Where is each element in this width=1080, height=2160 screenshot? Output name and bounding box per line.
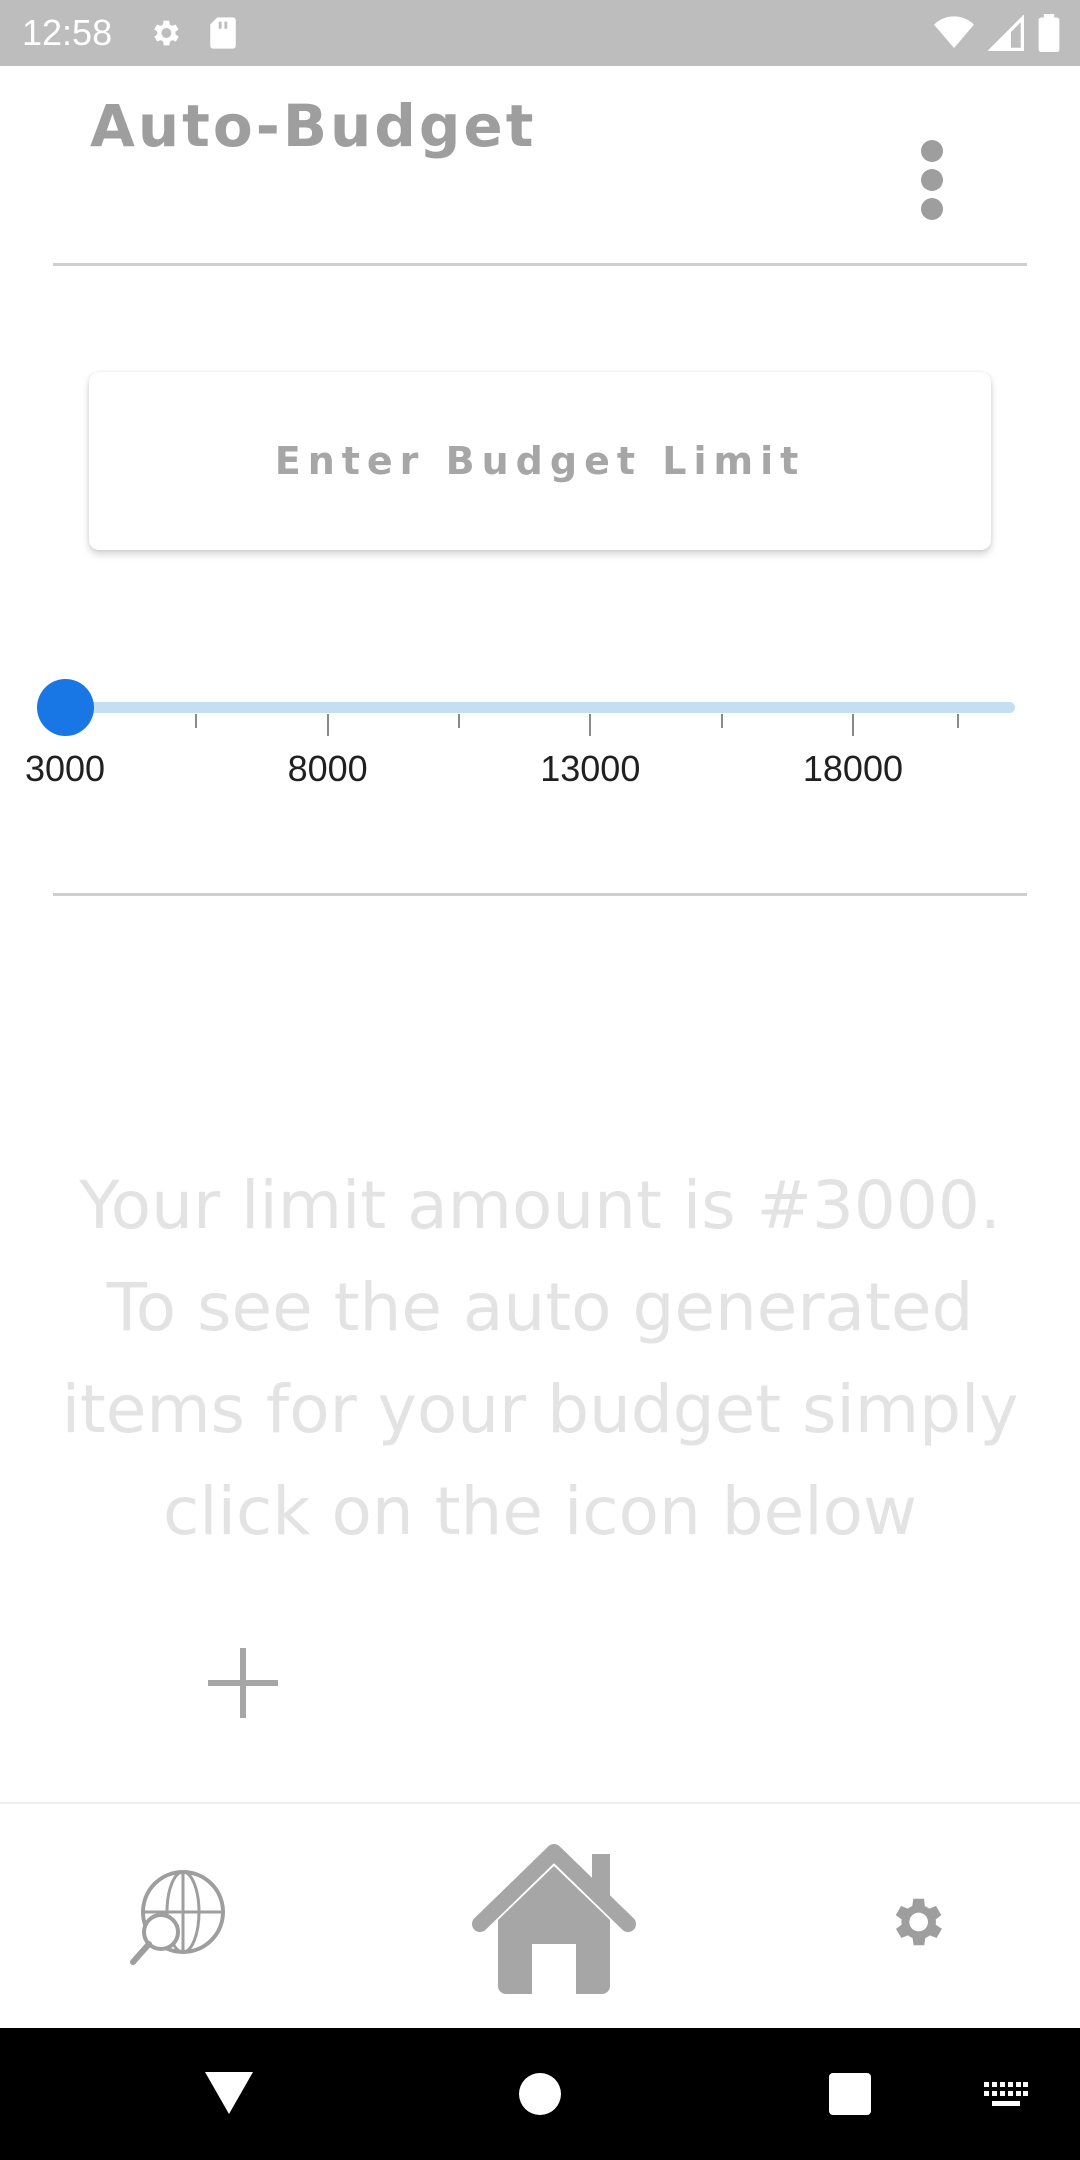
header-divider [53,263,1027,266]
more-vert-icon[interactable] [912,140,952,230]
settings-gear-icon[interactable] [884,1890,948,1958]
home-circle-icon[interactable] [519,2073,561,2119]
slider-tick-label: 3000 [24,748,106,789]
recents-icon[interactable] [829,2073,871,2119]
battery-icon [1038,14,1060,56]
slider-track[interactable] [65,702,1015,713]
slider-tick [326,714,329,736]
home-icon[interactable] [470,1840,638,2000]
wifi-icon [934,15,974,55]
slider-tick [720,714,723,728]
system-navigation-bar [0,2028,1080,2160]
back-icon[interactable] [205,2072,253,2118]
slider-tick [457,714,460,728]
gear-icon [148,16,182,54]
add-items-button[interactable] [208,1648,278,1718]
status-time: 12:58 [22,12,113,53]
cell-signal-icon [987,14,1024,55]
sd-card-icon [208,16,238,54]
bottom-navigation [0,1802,1080,2028]
slider-tick [851,714,854,736]
slider-tick-label: 13000 [540,748,641,789]
section-divider [53,893,1027,896]
slider-tick [195,714,198,728]
slider-tick-label: 8000 [287,748,368,789]
slider-tick [957,714,959,728]
app-title: Auto-Budget [90,92,537,160]
status-bar: 12:58 [0,0,1080,66]
slider-tick [589,714,592,736]
globe-search-icon[interactable] [128,1870,226,1972]
budget-limit-input[interactable]: Enter Budget Limit [89,372,991,550]
slider-thumb[interactable] [37,679,94,736]
keyboard-icon[interactable] [984,2082,1028,2112]
budget-slider[interactable]: 3000 8000 13000 18000 [0,672,1080,812]
limit-message: Your limit amount is #3000. To see the a… [61,1167,1019,1550]
slider-tick-label: 18000 [802,748,903,789]
